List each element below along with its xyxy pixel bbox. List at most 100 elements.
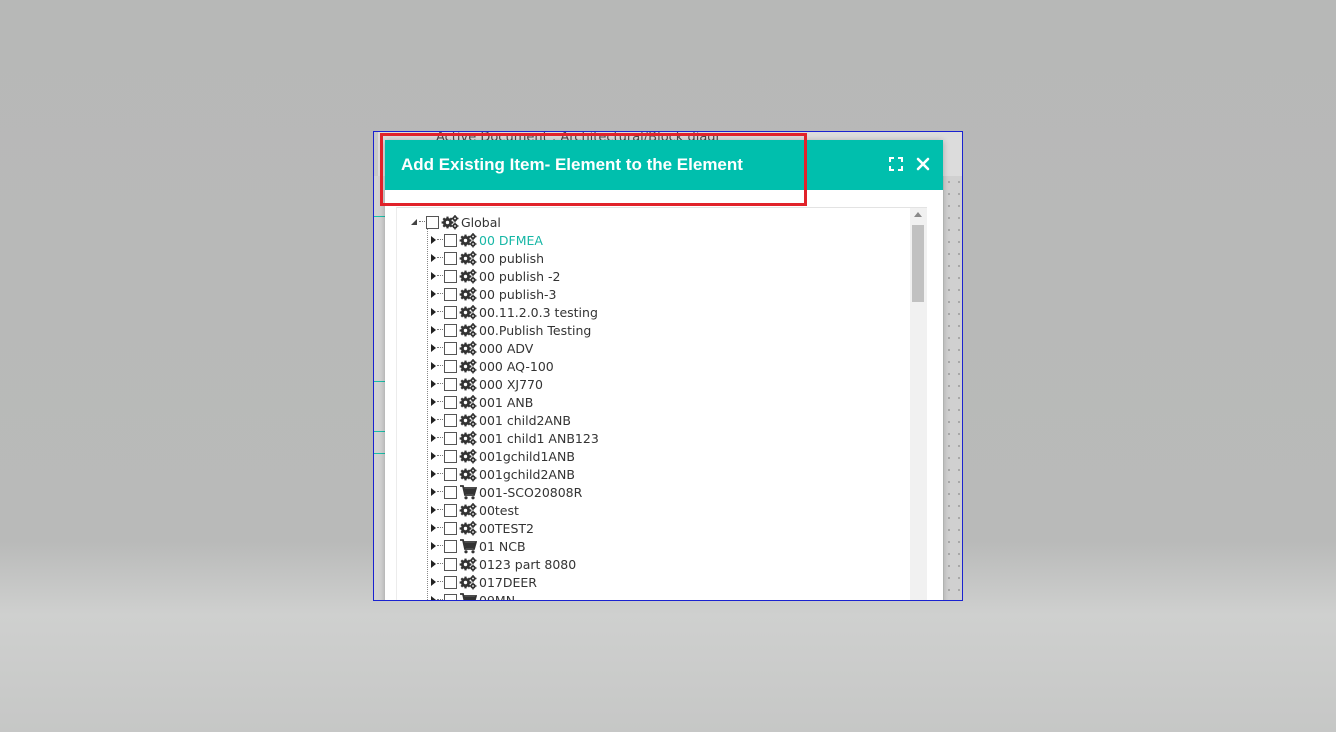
tree-node-checkbox[interactable]: [444, 575, 457, 589]
tree-node[interactable]: 001 child2ANB: [429, 411, 571, 429]
tree-node[interactable]: 00TEST2: [429, 519, 534, 537]
tree-connector: [437, 563, 443, 565]
tree-node-checkbox[interactable]: [444, 341, 457, 355]
expand-toggle[interactable]: [429, 339, 437, 357]
gears-icon: [459, 556, 477, 572]
tree-node[interactable]: 0123 part 8080: [429, 555, 576, 573]
panel-marker: [374, 381, 385, 382]
maximize-button[interactable]: [887, 155, 905, 173]
tree-node-checkbox[interactable]: [444, 467, 457, 481]
tree-connector: [437, 401, 443, 403]
expand-toggle[interactable]: [429, 465, 437, 483]
tree-node-checkbox[interactable]: [444, 413, 457, 427]
tree-node[interactable]: 00 publish: [429, 249, 544, 267]
tree-node-checkbox[interactable]: [444, 521, 457, 535]
tree-node-checkbox[interactable]: [444, 593, 457, 600]
tree-node[interactable]: 09MN: [429, 591, 516, 601]
tree-node-checkbox[interactable]: [444, 503, 457, 517]
background-right-panel: [944, 176, 962, 600]
tree-node[interactable]: 00 publish -2: [429, 267, 561, 285]
tree-node-checkbox[interactable]: [444, 287, 457, 301]
expand-toggle[interactable]: [429, 231, 437, 249]
tree-node[interactable]: 017DEER: [429, 573, 537, 591]
expand-toggle[interactable]: [429, 285, 437, 303]
tree-node-checkbox[interactable]: [444, 377, 457, 391]
expand-toggle[interactable]: [429, 519, 437, 537]
tree-node-label: Global: [461, 214, 501, 230]
tree-node[interactable]: 00.11.2.0.3 testing: [429, 303, 598, 321]
scroll-up-arrow[interactable]: [914, 212, 922, 217]
cart-icon: [459, 538, 477, 554]
tree-node-checkbox[interactable]: [426, 215, 439, 229]
tree-node-checkbox[interactable]: [444, 305, 457, 319]
background-left-panel: [374, 176, 385, 600]
tree-node[interactable]: 00 DFMEA: [429, 231, 543, 249]
gears-icon: [441, 214, 459, 230]
tree-node[interactable]: 001gchild1ANB: [429, 447, 575, 465]
expand-toggle[interactable]: [429, 447, 437, 465]
tree-node-checkbox[interactable]: [444, 431, 457, 445]
app-frame: Active Document : Architectural/Block di…: [373, 131, 963, 601]
expand-toggle[interactable]: [429, 483, 437, 501]
expand-toggle[interactable]: [429, 303, 437, 321]
gears-icon: [459, 466, 477, 482]
tree-scrollbar[interactable]: [910, 208, 927, 600]
tree-node[interactable]: 001 ANB: [429, 393, 533, 411]
tree-node[interactable]: 001gchild2ANB: [429, 465, 575, 483]
tree-node-root[interactable]: Global: [411, 213, 501, 231]
tree-node[interactable]: 000 XJ770: [429, 375, 543, 393]
expand-toggle[interactable]: [429, 375, 437, 393]
expand-toggle[interactable]: [429, 429, 437, 447]
tree-connector: [437, 581, 443, 583]
panel-marker: [374, 216, 385, 217]
tree-connector: [427, 228, 428, 600]
tree-node-checkbox[interactable]: [444, 557, 457, 571]
tree-node-label: 00 publish-3: [479, 286, 557, 302]
gears-icon: [459, 376, 477, 392]
tree-node-label: 00.11.2.0.3 testing: [479, 304, 598, 320]
expand-toggle[interactable]: [429, 573, 437, 591]
tree-node-checkbox[interactable]: [444, 269, 457, 283]
tree-node-checkbox[interactable]: [444, 539, 457, 553]
close-icon: [916, 157, 930, 171]
tree-node[interactable]: 001 child1 ANB123: [429, 429, 599, 447]
tree-node-label: 09MN: [479, 592, 516, 601]
tree-node[interactable]: 000 AQ-100: [429, 357, 554, 375]
expand-toggle[interactable]: [429, 393, 437, 411]
tree-node-checkbox[interactable]: [444, 395, 457, 409]
expand-toggle[interactable]: [429, 357, 437, 375]
scrollbar-thumb[interactable]: [912, 225, 924, 302]
tree-connector: [437, 527, 443, 529]
tree-node-checkbox[interactable]: [444, 359, 457, 373]
tree-node-label: 017DEER: [479, 574, 537, 590]
tree-node-checkbox[interactable]: [444, 323, 457, 337]
tree-node-label: 000 XJ770: [479, 376, 543, 392]
expand-toggle[interactable]: [429, 267, 437, 285]
expand-toggle[interactable]: [429, 537, 437, 555]
tree-connector: [437, 509, 443, 511]
tree-node[interactable]: 000 ADV: [429, 339, 533, 357]
gears-icon: [459, 394, 477, 410]
expand-toggle[interactable]: [429, 411, 437, 429]
tree-node[interactable]: 01 NCB: [429, 537, 526, 555]
tree-node-checkbox[interactable]: [444, 485, 457, 499]
tree-node-label: 00 publish -2: [479, 268, 561, 284]
tree-node-label: 001 child2ANB: [479, 412, 571, 428]
close-button[interactable]: [914, 155, 932, 173]
expand-toggle[interactable]: [429, 591, 437, 600]
tree-node-checkbox[interactable]: [444, 251, 457, 265]
expand-toggle[interactable]: [429, 555, 437, 573]
tree-node-checkbox[interactable]: [444, 449, 457, 463]
expand-toggle[interactable]: [429, 321, 437, 339]
expand-toggle[interactable]: [429, 501, 437, 519]
tree-node-label: 001 ANB: [479, 394, 534, 410]
tree-node[interactable]: 00 publish-3: [429, 285, 557, 303]
tree-node-checkbox[interactable]: [444, 233, 457, 247]
expand-toggle[interactable]: [429, 249, 437, 267]
tree-node[interactable]: 001-SCO20808R: [429, 483, 582, 501]
expand-toggle[interactable]: [411, 213, 419, 231]
gears-icon: [459, 358, 477, 374]
tree-node-label: 01 NCB: [479, 538, 526, 554]
tree-node[interactable]: 00test: [429, 501, 519, 519]
tree-node[interactable]: 00.Publish Testing: [429, 321, 591, 339]
